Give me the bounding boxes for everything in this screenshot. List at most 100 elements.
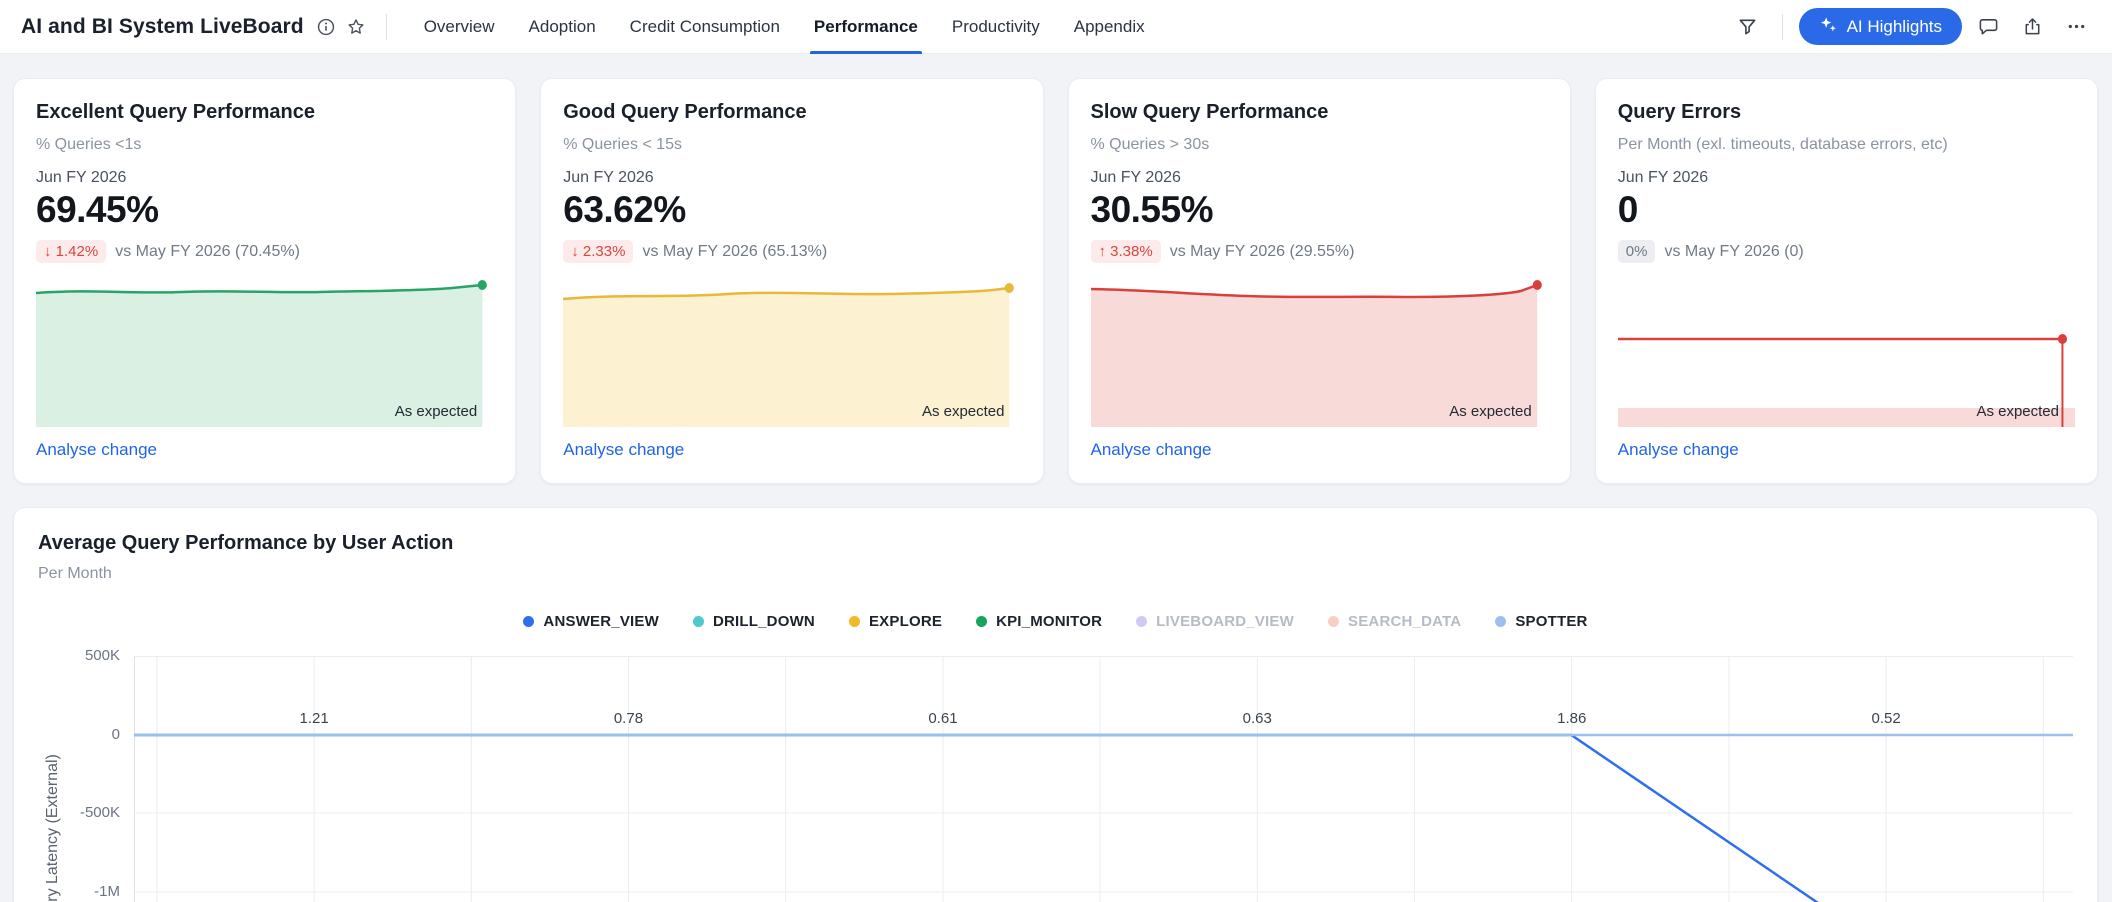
kpi-title: Good Query Performance bbox=[563, 101, 1020, 124]
legend-dot bbox=[523, 616, 534, 627]
kpi-change-row: ↑ 3.38% vs May FY 2026 (29.55%) bbox=[1091, 240, 1548, 263]
chart-legend: ANSWER_VIEW DRILL_DOWN EXPLORE KPI_MONIT… bbox=[38, 613, 2073, 630]
change-value: 1.42% bbox=[56, 243, 99, 260]
kpi-subtitle: % Queries <1s bbox=[36, 136, 493, 155]
info-icon bbox=[316, 17, 336, 37]
comments-button[interactable] bbox=[1970, 9, 2006, 45]
kpi-title: Excellent Query Performance bbox=[36, 101, 493, 124]
comparison-text: vs May FY 2026 (65.13%) bbox=[642, 243, 827, 261]
tab-productivity[interactable]: Productivity bbox=[935, 0, 1057, 54]
more-icon bbox=[2066, 16, 2087, 37]
kpi-title: Query Errors bbox=[1618, 101, 2075, 124]
kpi-period: Jun FY 2026 bbox=[1618, 169, 2075, 187]
y-tick: 500K bbox=[85, 647, 120, 664]
kpi-row: Excellent Query Performance % Queries <1… bbox=[13, 78, 2098, 484]
sparkline-chart: As expected bbox=[563, 277, 1020, 427]
change-value: 2.33% bbox=[583, 243, 626, 260]
change-badge: ↓ 2.33% bbox=[563, 240, 633, 263]
export-icon bbox=[2022, 16, 2043, 37]
kpi-card-excellent-query-performance: Excellent Query Performance % Queries <1… bbox=[13, 78, 516, 484]
kpi-change-row: ↓ 1.42% vs May FY 2026 (70.45%) bbox=[36, 240, 493, 263]
divider bbox=[386, 14, 387, 40]
filter-button[interactable] bbox=[1730, 9, 1766, 45]
status-badge: As expected bbox=[1976, 403, 2059, 420]
kpi-subtitle: % Queries > 30s bbox=[1091, 136, 1548, 155]
legend-item-spotter[interactable]: SPOTTER bbox=[1495, 613, 1587, 630]
kpi-change-row: 0% vs May FY 2026 (0) bbox=[1618, 240, 2075, 263]
comparison-text: vs May FY 2026 (29.55%) bbox=[1170, 243, 1355, 261]
kpi-card-good-query-performance: Good Query Performance % Queries < 15s J… bbox=[540, 78, 1043, 484]
ai-sparkle-icon bbox=[1819, 15, 1838, 39]
point-label: 0.61 bbox=[928, 710, 957, 727]
favorite-button[interactable] bbox=[338, 9, 374, 45]
legend-label: SPOTTER bbox=[1515, 613, 1587, 630]
comparison-text: vs May FY 2026 (0) bbox=[1664, 243, 1803, 261]
legend-label: LIVEBOARD_VIEW bbox=[1156, 613, 1294, 630]
tab-appendix[interactable]: Appendix bbox=[1057, 0, 1162, 54]
y-tick: 0 bbox=[112, 726, 120, 743]
analyse-change-link[interactable]: Analyse change bbox=[1091, 440, 1548, 460]
legend-dot bbox=[1136, 616, 1147, 627]
change-badge: ↓ 1.42% bbox=[36, 240, 106, 263]
kpi-value: 30.55% bbox=[1091, 189, 1548, 231]
tab-credit-consumption[interactable]: Credit Consumption bbox=[613, 0, 797, 54]
tab-adoption[interactable]: Adoption bbox=[512, 0, 613, 54]
arrow-up-icon: ↑ bbox=[1099, 243, 1107, 260]
more-button[interactable] bbox=[2058, 9, 2094, 45]
y-tick: -1M bbox=[94, 883, 120, 900]
analyse-change-link[interactable]: Analyse change bbox=[1618, 440, 2075, 460]
star-icon bbox=[346, 17, 366, 37]
ai-highlights-button[interactable]: AI Highlights bbox=[1799, 8, 1962, 45]
legend-label: KPI_MONITOR bbox=[996, 613, 1102, 630]
kpi-period: Jun FY 2026 bbox=[1091, 169, 1548, 187]
legend-dot bbox=[976, 616, 987, 627]
analyse-change-link[interactable]: Analyse change bbox=[36, 440, 493, 460]
legend-item-kpi-monitor[interactable]: KPI_MONITOR bbox=[976, 613, 1102, 630]
liveboard-content: Excellent Query Performance % Queries <1… bbox=[0, 54, 2112, 902]
kpi-value: 69.45% bbox=[36, 189, 493, 231]
kpi-card-query-errors: Query Errors Per Month (exl. timeouts, d… bbox=[1595, 78, 2098, 484]
divider bbox=[1782, 14, 1783, 40]
line-chart[interactable]: 1.21 0.78 0.61 0.63 1.86 0.52 bbox=[134, 656, 2073, 902]
status-badge: As expected bbox=[395, 403, 478, 420]
kpi-title: Slow Query Performance bbox=[1091, 101, 1548, 124]
legend-item-explore[interactable]: EXPLORE bbox=[849, 613, 942, 630]
legend-item-liveboard-view[interactable]: LIVEBOARD_VIEW bbox=[1136, 613, 1294, 630]
chart-title: Average Query Performance by User Action bbox=[38, 532, 2073, 555]
export-button[interactable] bbox=[2014, 9, 2050, 45]
kpi-card-slow-query-performance: Slow Query Performance % Queries > 30s J… bbox=[1068, 78, 1571, 484]
analyse-change-link[interactable]: Analyse change bbox=[563, 440, 1020, 460]
tab-performance[interactable]: Performance bbox=[797, 0, 935, 54]
y-tick: -500K bbox=[80, 804, 120, 821]
change-value: 0% bbox=[1626, 243, 1648, 260]
point-label: 1.86 bbox=[1557, 710, 1586, 727]
legend-item-drill-down[interactable]: DRILL_DOWN bbox=[693, 613, 815, 630]
kpi-value: 0 bbox=[1618, 189, 2075, 231]
page-title: AI and BI System LiveBoard bbox=[21, 15, 304, 39]
tab-overview[interactable]: Overview bbox=[407, 0, 512, 54]
y-axis-ticks: 500K 0 -500K -1M bbox=[38, 656, 134, 902]
kpi-value: 63.62% bbox=[563, 189, 1020, 231]
sparkline-chart: As expected bbox=[36, 277, 493, 427]
point-label: 1.21 bbox=[300, 710, 329, 727]
chart-card-average-query-performance: Average Query Performance by User Action… bbox=[13, 507, 2098, 902]
top-bar-actions: AI Highlights bbox=[1730, 8, 2094, 45]
comparison-text: vs May FY 2026 (70.45%) bbox=[115, 243, 300, 261]
kpi-subtitle: Per Month (exl. timeouts, database error… bbox=[1618, 136, 2075, 155]
legend-dot bbox=[1495, 616, 1506, 627]
comment-icon bbox=[1978, 16, 1999, 37]
legend-item-answer-view[interactable]: ANSWER_VIEW bbox=[523, 613, 659, 630]
filter-icon bbox=[1737, 16, 1758, 37]
kpi-subtitle: % Queries < 15s bbox=[563, 136, 1020, 155]
arrow-down-icon: ↓ bbox=[571, 243, 579, 260]
legend-item-search-data[interactable]: SEARCH_DATA bbox=[1328, 613, 1461, 630]
kpi-change-row: ↓ 2.33% vs May FY 2026 (65.13%) bbox=[563, 240, 1020, 263]
legend-label: SEARCH_DATA bbox=[1348, 613, 1461, 630]
legend-label: DRILL_DOWN bbox=[713, 613, 815, 630]
change-badge: 0% bbox=[1618, 240, 1656, 263]
legend-dot bbox=[1328, 616, 1339, 627]
status-badge: As expected bbox=[1449, 403, 1532, 420]
kpi-period: Jun FY 2026 bbox=[36, 169, 493, 187]
change-badge: ↑ 3.38% bbox=[1091, 240, 1161, 263]
kpi-period: Jun FY 2026 bbox=[563, 169, 1020, 187]
